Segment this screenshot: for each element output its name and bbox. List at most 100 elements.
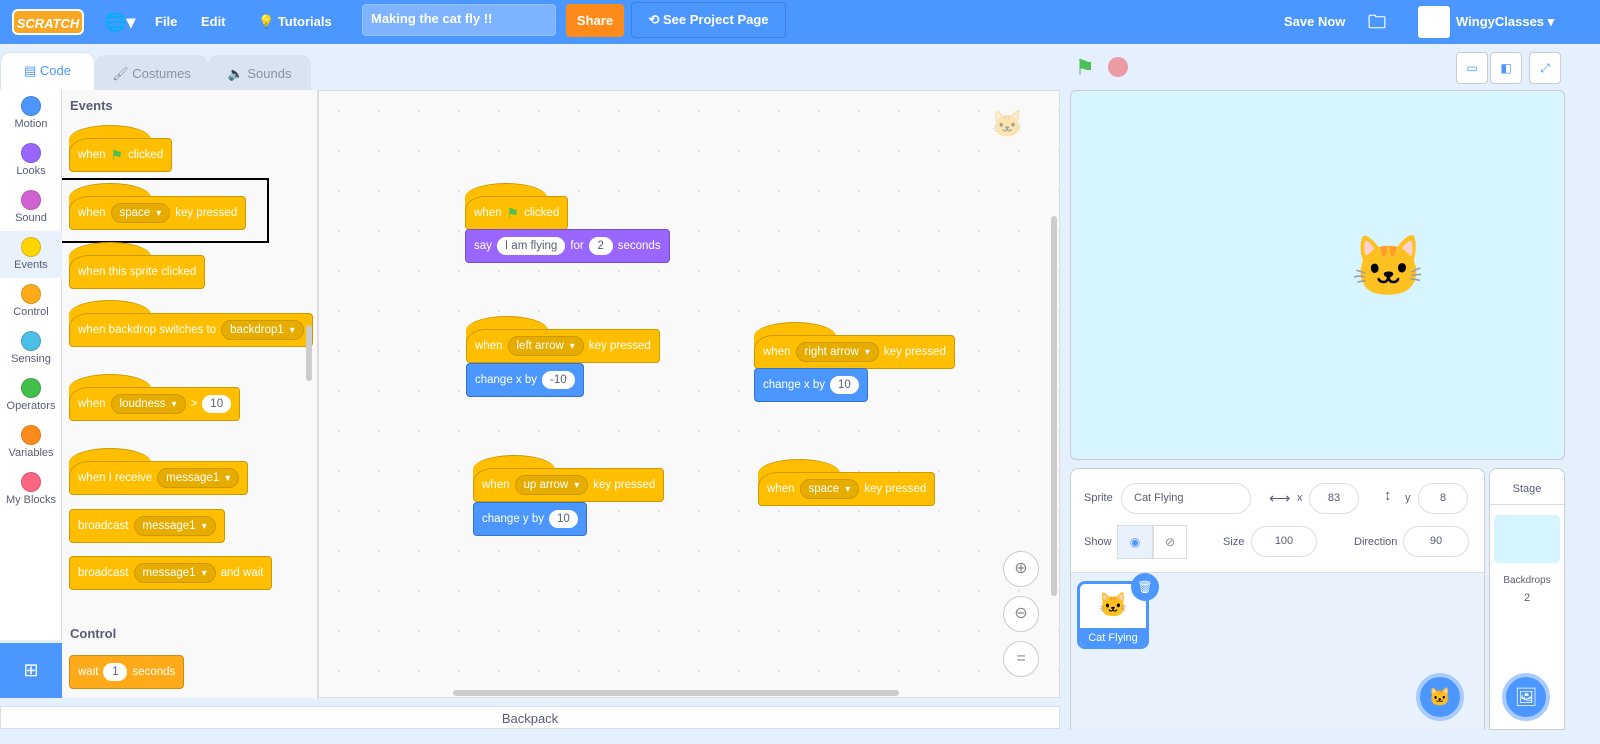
code-icon: ▤	[24, 63, 37, 78]
stage-selector[interactable]: Stage Backdrops 2 🖼	[1489, 468, 1565, 730]
delete-trash-icon[interactable]: 🗑	[1131, 573, 1159, 601]
vertical-scrollbar[interactable]	[1051, 216, 1057, 596]
key-dropdown[interactable]: left arrow	[507, 336, 584, 356]
category-operators[interactable]: Operators	[0, 372, 62, 419]
category-variables[interactable]: Variables	[0, 419, 62, 466]
x-input[interactable]: 83	[1309, 483, 1359, 514]
stage-title: Stage	[1490, 469, 1564, 505]
when-i-receive-block[interactable]: when I receive message1	[69, 448, 249, 495]
save-now-button[interactable]: Save Now	[1284, 0, 1345, 44]
category-looks[interactable]: Looks	[0, 137, 62, 184]
category-motion[interactable]: Motion	[0, 90, 62, 137]
fullscreen-button[interactable]: ⤢	[1529, 52, 1561, 84]
cat-sprite[interactable]: 🐱	[1351, 231, 1426, 302]
category-dot-icon	[21, 284, 41, 304]
when-backdrop-switches-block[interactable]: when backdrop switches to backdrop1	[69, 300, 313, 347]
green-flag-button[interactable]: ⚑	[1075, 55, 1095, 81]
backdrop-dropdown[interactable]: backdrop1	[221, 320, 304, 340]
block-text: broadcast	[78, 567, 129, 579]
project-title-input[interactable]: Making the cat fly !!	[362, 4, 556, 36]
category-control[interactable]: Control	[0, 278, 62, 325]
size-input[interactable]: 100	[1251, 526, 1317, 557]
wait-block[interactable]: wait 1 seconds	[69, 655, 185, 689]
message-input[interactable]: I am flying	[496, 237, 566, 255]
account-menu[interactable]: WingyClasses ▾	[1456, 0, 1554, 44]
zoom-in-button[interactable]: ⊕	[1003, 551, 1039, 587]
tab-label: Costumes	[132, 66, 191, 81]
value-input[interactable]: 10	[549, 510, 578, 528]
when-key-pressed-block[interactable]: when left arrow key pressed	[466, 316, 660, 363]
value-input[interactable]: 10	[202, 395, 232, 413]
small-stage-button[interactable]: ▭	[1456, 52, 1488, 84]
category-label: Variables	[8, 447, 54, 459]
when-key-pressed-block[interactable]: when up arrow key pressed	[473, 455, 665, 502]
key-dropdown[interactable]: space	[799, 479, 860, 499]
avatar[interactable]	[1418, 6, 1450, 38]
stop-button[interactable]	[1108, 57, 1128, 77]
category-label: Sensing	[11, 353, 51, 365]
large-stage-button[interactable]: ◧	[1490, 52, 1522, 84]
show-visible-eye-icon[interactable]: ◉	[1117, 525, 1153, 559]
choose-sprite-button[interactable]: 🐱	[1416, 673, 1464, 721]
backdrop-thumbnail[interactable]	[1494, 515, 1560, 563]
sprite-name-input[interactable]: Cat Flying	[1121, 483, 1251, 514]
stage[interactable]: 🐱	[1070, 90, 1565, 460]
tab-costumes[interactable]: 🖌 Costumes	[95, 55, 208, 91]
value-input[interactable]: -10	[542, 371, 575, 389]
tab-code[interactable]: ▤ Code	[0, 52, 95, 91]
tutorials-button[interactable]: 💡 Tutorials	[258, 0, 332, 44]
when-sprite-clicked-block[interactable]: when this sprite clicked	[69, 242, 206, 289]
change-x-block[interactable]: change x by 10	[754, 368, 868, 402]
block-text: when	[767, 483, 795, 495]
seconds-input[interactable]: 2	[588, 237, 613, 255]
see-project-page-button[interactable]: ⟲ See Project Page	[631, 2, 786, 38]
when-loudness-block[interactable]: when loudness >10	[69, 374, 241, 421]
broadcast-and-wait-block[interactable]: broadcast message1 and wait	[69, 556, 273, 590]
file-menu[interactable]: File	[155, 0, 177, 44]
direction-input[interactable]: 90	[1403, 526, 1469, 557]
block-text: for	[570, 240, 584, 252]
key-dropdown[interactable]: right arrow	[795, 342, 879, 362]
broadcast-block[interactable]: broadcast message1	[69, 509, 225, 543]
hide-eye-slash-icon[interactable]: ⊘	[1153, 525, 1187, 559]
say-for-secs-block[interactable]: say I am flying for 2 seconds	[465, 229, 670, 263]
language-globe-icon[interactable]: 🌐▾	[104, 0, 135, 44]
sprite-cat-icon: 🐱	[991, 109, 1024, 139]
script-area[interactable]: 🐱 when ⚑ clicked say I am flying for 2 seconds…	[318, 90, 1060, 698]
message-dropdown[interactable]: message1	[157, 468, 240, 488]
y-input[interactable]: 8	[1418, 483, 1468, 514]
edit-menu[interactable]: Edit	[201, 0, 226, 44]
choose-backdrop-button[interactable]: 🖼	[1502, 673, 1550, 721]
tab-label: Code	[39, 63, 71, 78]
add-extension-button[interactable]: ⊞	[0, 643, 62, 698]
category-dot-icon	[21, 96, 41, 116]
change-y-block[interactable]: change y by 10	[473, 502, 587, 536]
when-flag-clicked-block[interactable]: when ⚑ clicked	[465, 183, 569, 230]
key-dropdown[interactable]: up arrow	[514, 475, 589, 495]
value-input[interactable]: 10	[830, 376, 859, 394]
sensor-dropdown[interactable]: loudness	[110, 394, 186, 414]
backpack[interactable]: Backpack	[0, 706, 1060, 729]
message-dropdown[interactable]: message1	[133, 516, 216, 536]
message-dropdown[interactable]: message1	[133, 563, 216, 583]
category-events[interactable]: Events	[0, 231, 62, 278]
reset-zoom-button[interactable]: =	[1003, 641, 1039, 677]
when-key-pressed-block[interactable]: when right arrow key pressed	[754, 322, 955, 369]
category-my-blocks[interactable]: My Blocks	[0, 466, 62, 513]
horizontal-scrollbar[interactable]	[453, 690, 899, 696]
folder-icon[interactable]: 🗀	[1368, 0, 1386, 44]
tab-sounds[interactable]: 🔈 Sounds	[208, 55, 311, 91]
zoom-out-button[interactable]: ⊖	[1003, 596, 1039, 632]
when-flag-clicked-block[interactable]: when ⚑ clicked	[69, 125, 173, 172]
category-sensing[interactable]: Sensing	[0, 325, 62, 372]
category-label: Motion	[14, 118, 48, 130]
category-sound[interactable]: Sound	[0, 184, 62, 231]
change-x-block[interactable]: change x by -10	[466, 363, 584, 397]
category-dot-icon	[21, 190, 41, 210]
when-key-pressed-block[interactable]: when space key pressed	[758, 459, 936, 506]
share-button[interactable]: Share	[566, 4, 624, 37]
scratch-logo[interactable]: SCRATCH	[12, 9, 84, 35]
palette-scrollbar[interactable]	[306, 325, 312, 381]
direction-label: Direction	[1354, 536, 1398, 548]
value-input[interactable]: 1	[103, 663, 128, 681]
